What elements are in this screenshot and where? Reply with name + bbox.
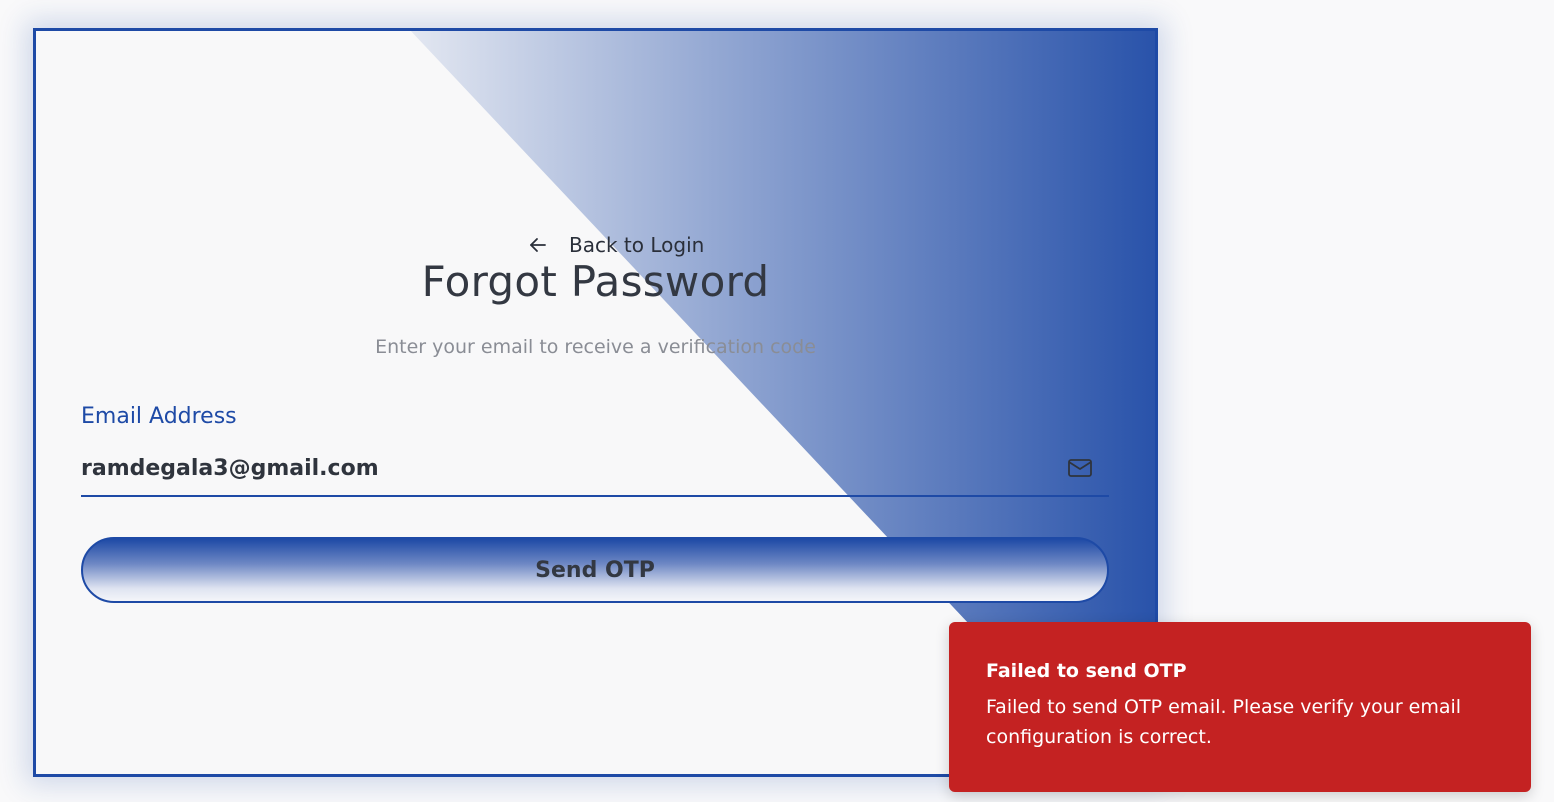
back-to-login-label: Back to Login (569, 233, 705, 257)
email-field-container (81, 441, 1109, 497)
error-toast: Failed to send OTP Failed to send OTP em… (949, 622, 1531, 792)
toast-message: Failed to send OTP email. Please verify … (986, 696, 1462, 748)
mail-icon (1067, 457, 1109, 479)
toast-title: Failed to send OTP (986, 660, 1187, 682)
page-subtitle: Enter your email to receive a verificati… (375, 336, 816, 358)
back-to-login-link[interactable]: Back to Login (529, 233, 704, 257)
arrow-left-icon (529, 236, 547, 254)
email-field-label: Email Address (81, 404, 237, 429)
page-title: Forgot Password (421, 257, 770, 306)
send-otp-button[interactable]: Send OTP (81, 537, 1109, 603)
email-field[interactable] (81, 448, 1067, 488)
